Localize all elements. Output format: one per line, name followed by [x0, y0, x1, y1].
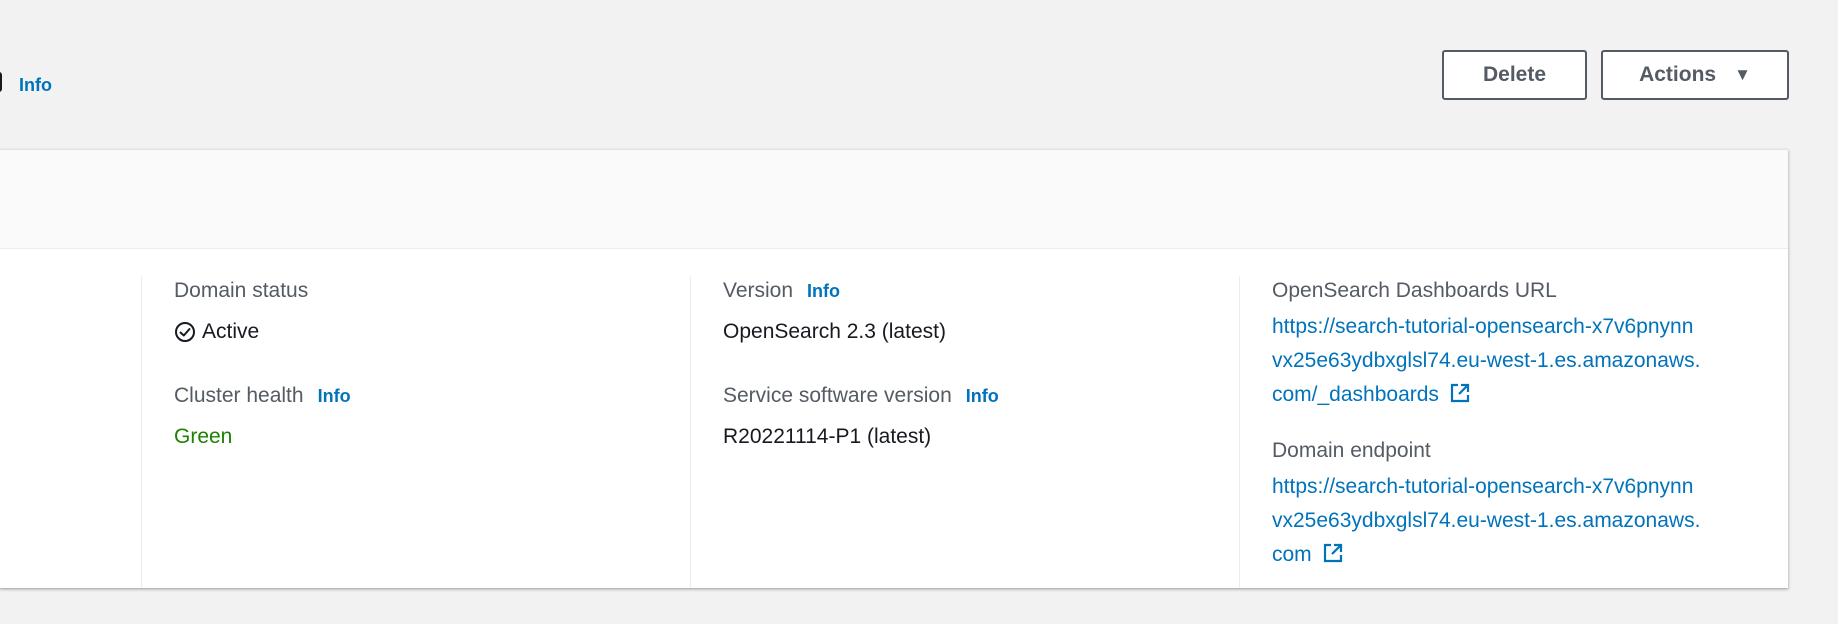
page-title-fragment: [0, 72, 2, 92]
service-software-label-row: Service software version Info: [723, 383, 999, 409]
dashboards-url-text: https://search-tutorial-opensearch-x7v6p…: [1272, 315, 1701, 406]
caret-down-icon: ▼: [1734, 65, 1751, 84]
delete-button[interactable]: Delete: [1442, 50, 1587, 100]
version-label: Version: [723, 279, 794, 302]
domain-endpoint-link[interactable]: https://search-tutorial-opensearch-x7v6p…: [1272, 470, 1702, 572]
domain-status-text: Active: [202, 320, 260, 343]
domain-endpoint-label: Domain endpoint: [1272, 439, 1431, 462]
service-software-label: Service software version: [723, 384, 952, 407]
cluster-health-label: Cluster health: [174, 384, 304, 407]
service-software-value: R20221114-P1 (latest): [723, 425, 932, 448]
actions-dropdown-button[interactable]: Actions ▼: [1601, 50, 1789, 100]
external-link-icon: [1323, 543, 1342, 563]
check-circle-icon: [175, 322, 195, 342]
general-information-panel: Domain status Active Cluster health Info …: [0, 150, 1788, 588]
service-software-info-link[interactable]: Info: [966, 386, 999, 406]
header-info-link[interactable]: Info: [19, 75, 52, 96]
dashboards-url-label: OpenSearch Dashboards URL: [1272, 279, 1557, 302]
column-divider: [690, 276, 691, 588]
version-value: OpenSearch 2.3 (latest): [723, 320, 946, 343]
actions-button-label: Actions: [1639, 63, 1717, 86]
endpoints-column: OpenSearch Dashboards URL https://search…: [1272, 278, 1702, 572]
cluster-health-label-row: Cluster health Info: [174, 383, 351, 409]
column-divider: [1239, 276, 1240, 588]
domain-status-label: Domain status: [174, 279, 309, 302]
external-link-icon: [1450, 383, 1470, 403]
column-divider: [141, 276, 142, 588]
version-column: Version Info OpenSearch 2.3 (latest) Serv…: [723, 278, 999, 450]
version-label-row: Version Info: [723, 278, 999, 304]
domain-status-value: Active: [174, 319, 351, 345]
cluster-health-value: Green: [174, 425, 233, 448]
delete-button-label: Delete: [1482, 63, 1547, 86]
dashboards-url-link[interactable]: https://search-tutorial-opensearch-x7v6p…: [1272, 310, 1702, 412]
status-column: Domain status Active Cluster health Info …: [174, 278, 351, 450]
cluster-health-info-link[interactable]: Info: [318, 386, 351, 406]
version-info-link[interactable]: Info: [807, 281, 840, 301]
panel-header: [0, 150, 1788, 249]
